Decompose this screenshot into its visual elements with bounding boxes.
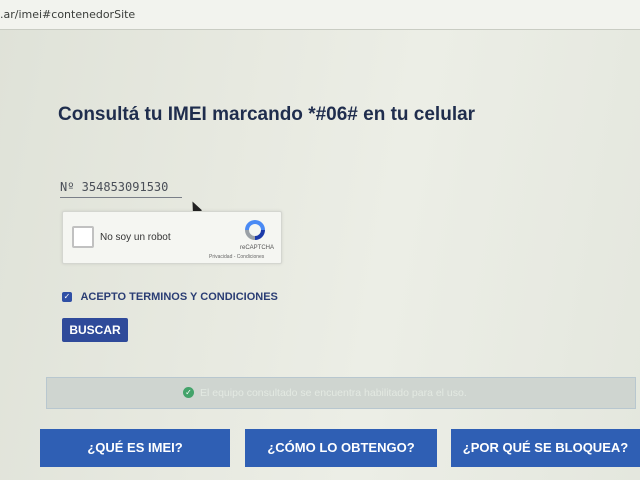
recaptcha-brand: reCAPTCHA [239,245,274,251]
nav-what-is-imei-button[interactable]: ¿QUÉ ES IMEI? [40,429,230,467]
url-text[interactable]: .ar/imei#contenedorSite [0,8,135,21]
status-text: El equipo consultado se encuentra habili… [200,387,467,399]
terms-checkbox[interactable]: ✓ [62,291,72,302]
recaptcha-links[interactable]: Privacidad - Condiciones [209,254,264,260]
screen: .ar/imei#contenedorSite Consultá tu IMEI… [0,0,640,480]
recaptcha-checkbox[interactable] [72,226,94,248]
nav-how-to-get-button[interactable]: ¿CÓMO LO OBTENGO? [245,429,437,467]
recaptcha-logo-icon [245,220,265,240]
page-title: Consultá tu IMEI marcando *#06# en tu ce… [58,104,476,125]
imei-input[interactable] [60,176,182,198]
recaptcha-label: No soy un robot [100,232,171,243]
terms-label: ACEPTO TERMINOS Y CONDICIONES [80,290,278,303]
status-message-box: ✓ El equipo consultado se encuentra habi… [46,377,636,409]
nav-why-blocked-button[interactable]: ¿POR QUÉ SE BLOQUEA? [451,429,640,467]
terms-row[interactable]: ✓ ACEPTO TERMINOS Y CONDICIONES [62,288,278,303]
search-button[interactable]: BUSCAR [62,318,128,342]
recaptcha-widget: No soy un robot reCAPTCHA Privacidad - C… [62,211,282,264]
check-circle-icon: ✓ [183,387,194,398]
browser-address-bar[interactable]: .ar/imei#contenedorSite [0,0,640,30]
